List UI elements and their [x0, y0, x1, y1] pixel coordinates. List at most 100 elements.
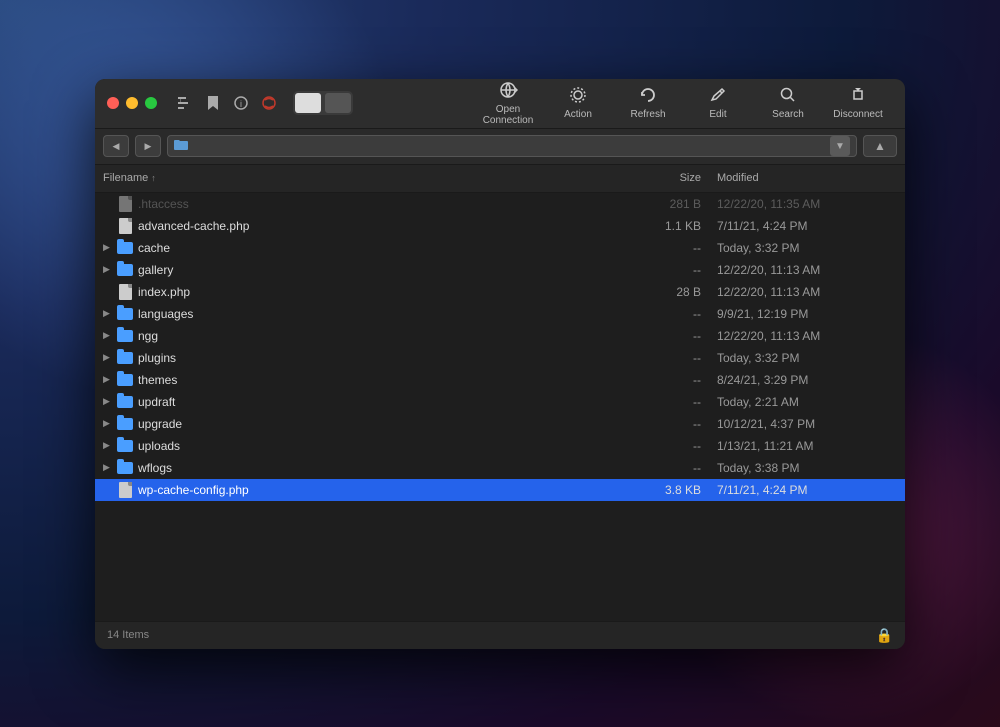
filename-column-header[interactable]: Filename ↑	[103, 172, 637, 184]
table-row[interactable]: ▶cache--Today, 3:32 PM	[95, 237, 905, 259]
file-modified: 12/22/20, 11:35 AM	[717, 197, 897, 211]
folder-icon	[117, 328, 133, 344]
file-icon	[117, 482, 133, 498]
path-folder-icon	[174, 139, 188, 153]
expand-arrow-icon[interactable]: ▶	[103, 418, 117, 429]
disconnect-button[interactable]: Disconnect	[823, 79, 893, 129]
expand-arrow-icon[interactable]: ▶	[103, 462, 117, 473]
file-modified: Today, 3:38 PM	[717, 461, 897, 475]
file-size: --	[637, 461, 717, 475]
folder-icon	[117, 394, 133, 410]
table-row[interactable]: ▶ wflogs--Today, 3:38 PM	[95, 457, 905, 479]
file-modified: 7/11/21, 4:24 PM	[717, 483, 897, 497]
file-name: uploads	[138, 439, 637, 453]
table-row[interactable]: ▶ upgrade--10/12/21, 4:37 PM	[95, 413, 905, 435]
lock-icon: 🔒	[876, 627, 893, 644]
file-name: themes	[138, 373, 637, 387]
expand-arrow-icon[interactable]: ▶	[103, 352, 117, 363]
traffic-lights	[107, 97, 157, 109]
file-name: index.php	[138, 285, 637, 299]
file-modified: 8/24/21, 3:29 PM	[717, 373, 897, 387]
expand-arrow-icon[interactable]: ▶	[103, 264, 117, 275]
file-size: --	[637, 417, 717, 431]
title-bar: i	[95, 79, 905, 129]
refresh-button[interactable]: Refresh	[613, 79, 683, 129]
expand-arrow-icon[interactable]: ▶	[103, 440, 117, 451]
file-modified: 9/9/21, 12:19 PM	[717, 307, 897, 321]
table-row[interactable]: ▶plugins--Today, 3:32 PM	[95, 347, 905, 369]
view-toolbar: i	[173, 91, 281, 115]
open-connection-button[interactable]: Open Connection	[473, 79, 543, 129]
back-button[interactable]: ◀	[103, 135, 129, 157]
table-row[interactable]: advanced-cache.php1.1 KB7/11/21, 4:24 PM	[95, 215, 905, 237]
table-row[interactable]: ▶languages--9/9/21, 12:19 PM	[95, 303, 905, 325]
file-size: --	[637, 329, 717, 343]
modified-column-header[interactable]: Modified	[717, 172, 897, 184]
table-row[interactable]: .htaccess281 B12/22/20, 11:35 AM	[95, 193, 905, 215]
up-button[interactable]: ▲	[863, 135, 897, 157]
info-btn[interactable]: i	[229, 91, 253, 115]
file-icon	[117, 284, 133, 300]
navigation-bar: ◀ ▶ ▼ ▲	[95, 129, 905, 165]
table-row[interactable]: wp-cache-config.php3.8 KB7/11/21, 4:24 P…	[95, 479, 905, 501]
file-size: 281 B	[637, 197, 717, 211]
file-name: wp-cache-config.php	[138, 483, 637, 497]
table-row[interactable]: ▶uploads--1/13/21, 11:21 AM	[95, 435, 905, 457]
file-name: advanced-cache.php	[138, 219, 637, 233]
hierarchy-view-btn[interactable]	[173, 91, 197, 115]
folder-icon	[117, 372, 133, 388]
view-dark-btn[interactable]	[325, 93, 351, 113]
forward-button[interactable]: ▶	[135, 135, 161, 157]
bookmark-btn[interactable]	[201, 91, 225, 115]
status-items-count: 14 Items	[107, 629, 876, 641]
search-icon	[779, 86, 797, 107]
expand-arrow-icon[interactable]: ▶	[103, 396, 117, 407]
file-name: cache	[138, 241, 637, 255]
file-name: plugins	[138, 351, 637, 365]
expand-arrow-icon[interactable]: ▶	[103, 374, 117, 385]
sync-btn[interactable]	[257, 91, 281, 115]
action-button[interactable]: Action	[543, 79, 613, 129]
path-input[interactable]	[192, 139, 826, 153]
folder-icon	[117, 438, 133, 454]
minimize-button[interactable]	[126, 97, 138, 109]
file-icon	[117, 218, 133, 234]
disconnect-label: Disconnect	[833, 109, 882, 120]
view-light-btn[interactable]	[295, 93, 321, 113]
size-column-header[interactable]: Size	[637, 172, 717, 184]
edit-button[interactable]: Edit	[683, 79, 753, 129]
table-row[interactable]: index.php28 B12/22/20, 11:13 AM	[95, 281, 905, 303]
maximize-button[interactable]	[145, 97, 157, 109]
file-modified: 12/22/20, 11:13 AM	[717, 285, 897, 299]
file-modified: 7/11/21, 4:24 PM	[717, 219, 897, 233]
file-modified: 10/12/21, 4:37 PM	[717, 417, 897, 431]
column-headers: Filename ↑ Size Modified	[95, 165, 905, 193]
file-name: upgrade	[138, 417, 637, 431]
open-connection-label: Open Connection	[473, 104, 543, 126]
status-bar: 14 Items 🔒	[95, 621, 905, 649]
svg-text:i: i	[240, 99, 242, 109]
close-button[interactable]	[107, 97, 119, 109]
table-row[interactable]: ▶updraft--Today, 2:21 AM	[95, 391, 905, 413]
file-modified: Today, 2:21 AM	[717, 395, 897, 409]
table-row[interactable]: ▶gallery--12/22/20, 11:13 AM	[95, 259, 905, 281]
search-button[interactable]: Search	[753, 79, 823, 129]
file-size: --	[637, 263, 717, 277]
action-icon	[569, 86, 587, 107]
disconnect-icon	[849, 86, 867, 107]
table-row[interactable]: ▶ngg--12/22/20, 11:13 AM	[95, 325, 905, 347]
table-row[interactable]: ▶themes--8/24/21, 3:29 PM	[95, 369, 905, 391]
expand-arrow-icon[interactable]: ▶	[103, 330, 117, 341]
search-label: Search	[772, 109, 804, 120]
path-dropdown-btn[interactable]: ▼	[830, 136, 850, 156]
file-name: wflogs	[138, 461, 637, 475]
expand-arrow-icon[interactable]: ▶	[103, 242, 117, 253]
refresh-icon	[639, 86, 657, 107]
file-size: --	[637, 351, 717, 365]
file-modified: 1/13/21, 11:21 AM	[717, 439, 897, 453]
up-icon: ▲	[874, 139, 886, 153]
file-size: 3.8 KB	[637, 483, 717, 497]
expand-arrow-icon[interactable]: ▶	[103, 308, 117, 319]
file-icon	[117, 196, 133, 212]
file-size: --	[637, 241, 717, 255]
